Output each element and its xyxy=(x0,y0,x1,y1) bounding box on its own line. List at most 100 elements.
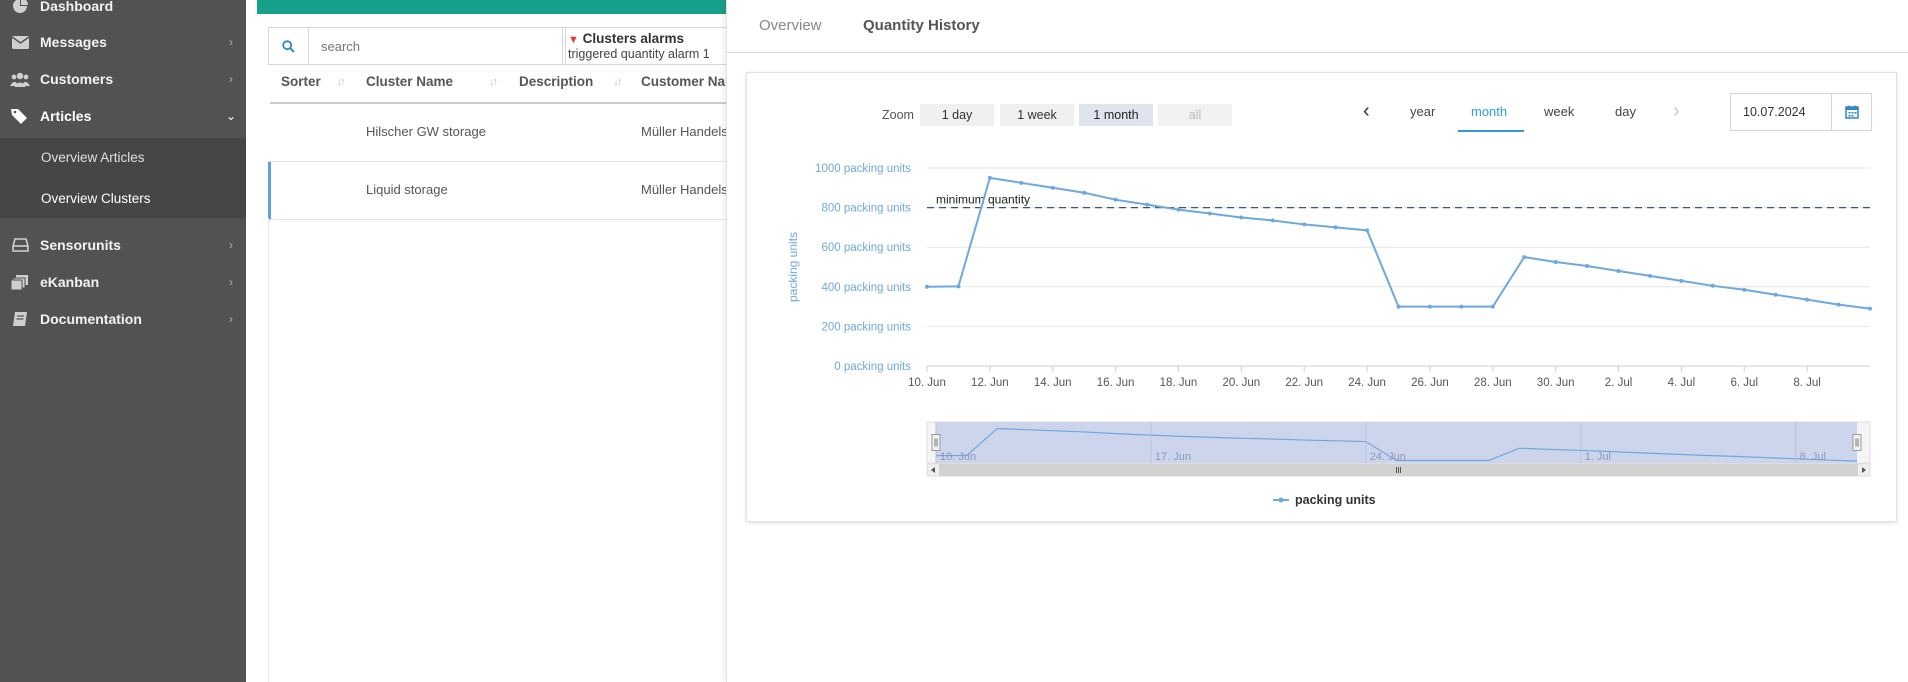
x-tick-label: 14. Jun xyxy=(1034,377,1072,389)
sidebar-subitem-overview-clusters[interactable]: Overview Clusters xyxy=(41,191,151,206)
data-point xyxy=(1145,202,1150,207)
legend-label: packing units xyxy=(1295,493,1376,507)
data-point xyxy=(1805,297,1810,302)
search-input[interactable] xyxy=(309,28,565,64)
data-point xyxy=(1868,306,1872,311)
navigator-handle xyxy=(1852,434,1862,451)
alarm-filter[interactable]: ▼ Clusters alarms triggered quantity ala… xyxy=(562,27,726,65)
column-header-description[interactable]: Description ↓↑ xyxy=(519,74,622,89)
data-point xyxy=(1616,268,1621,273)
tags-icon xyxy=(0,108,40,124)
sidebar-subitem-overview-articles[interactable]: Overview Articles xyxy=(41,150,145,165)
search-button[interactable] xyxy=(269,28,309,64)
chevron-down-icon: ⌄ xyxy=(225,109,237,123)
data-point xyxy=(1176,207,1181,212)
data-point xyxy=(1239,215,1244,220)
x-tick-label: 6. Jul xyxy=(1731,377,1759,389)
date-input[interactable] xyxy=(1731,94,1831,130)
sidebar-item-sensorunits[interactable]: Sensorunits › xyxy=(0,227,246,263)
x-tick-label: 28. Jun xyxy=(1474,377,1512,389)
data-point xyxy=(1050,185,1055,190)
data-point xyxy=(1710,283,1715,288)
y-tick-label: 600 packing units xyxy=(821,242,911,254)
sidebar-item-label: Articles xyxy=(40,108,92,124)
sidebar-submenu-articles: Overview Articles Overview Clusters xyxy=(0,138,246,218)
data-point xyxy=(1553,260,1558,265)
sidebar-item-dashboard[interactable]: Dashboard xyxy=(0,0,246,24)
y-tick-label: 800 packing units xyxy=(821,203,911,215)
column-header-label: Cluster Name xyxy=(366,74,454,89)
navigator-handle xyxy=(931,434,941,451)
navigator-label: 10. Jun xyxy=(940,451,976,463)
stack-icon xyxy=(0,274,40,290)
previous-period-arrow-icon[interactable]: ‹ xyxy=(1363,100,1370,123)
book-icon xyxy=(0,311,40,327)
data-point xyxy=(1302,222,1307,227)
sidebar-item-label: Messages xyxy=(40,34,107,50)
table-row[interactable]: Hilscher GW storage Müller Handels xyxy=(268,104,726,162)
y-tick-label: 400 packing units xyxy=(821,282,911,294)
sidebar-item-documentation[interactable]: Documentation › xyxy=(0,301,246,337)
x-tick-label: 2. Jul xyxy=(1605,377,1633,389)
navigator-label: 1. Jul xyxy=(1585,451,1611,463)
drive-icon xyxy=(0,238,40,252)
x-tick-label: 16. Jun xyxy=(1097,377,1135,389)
data-point xyxy=(987,175,992,180)
date-picker xyxy=(1730,93,1872,131)
chevron-right-icon: › xyxy=(229,35,233,49)
calendar-icon xyxy=(1844,105,1859,119)
period-week[interactable]: week xyxy=(1544,104,1574,119)
data-point xyxy=(1396,304,1401,309)
alarm-filter-title: ▼ Clusters alarms xyxy=(568,31,726,46)
data-point xyxy=(1427,304,1432,309)
zoom-label: Zoom xyxy=(882,108,914,122)
column-header-sorter[interactable]: Sorter ↓↑ xyxy=(281,74,346,89)
column-header-cluster-name[interactable]: Cluster Name ↓↑ xyxy=(366,74,498,89)
column-header-label: Customer Name xyxy=(641,74,726,89)
sidebar: Dashboard Messages › Customers › Article… xyxy=(0,0,246,682)
tab-quantity-history[interactable]: Quantity History xyxy=(863,17,980,34)
x-tick-label: 20. Jun xyxy=(1222,377,1260,389)
y-axis-label: packing units xyxy=(786,232,800,302)
data-point xyxy=(1365,228,1370,233)
data-point xyxy=(1490,304,1495,309)
chevron-right-icon: › xyxy=(229,312,233,326)
sidebar-item-messages[interactable]: Messages › xyxy=(0,24,246,60)
period-day[interactable]: day xyxy=(1615,104,1636,119)
table-row[interactable]: Liquid storage Müller Handels xyxy=(268,162,726,220)
x-tick-label: 22. Jun xyxy=(1285,377,1323,389)
column-header-label: Description xyxy=(519,74,594,89)
sidebar-item-label: Dashboard xyxy=(40,0,114,14)
sidebar-item-label: eKanban xyxy=(40,274,100,290)
data-point xyxy=(1836,302,1841,307)
filter-icon: ▼ xyxy=(568,34,579,46)
search-box xyxy=(268,27,566,65)
sidebar-item-customers[interactable]: Customers › xyxy=(0,61,246,97)
next-period-arrow-icon[interactable]: › xyxy=(1673,100,1680,123)
zoom-1-day-button[interactable]: 1 day xyxy=(920,104,994,126)
zoom-all-button[interactable]: all xyxy=(1158,104,1232,126)
period-year[interactable]: year xyxy=(1410,104,1435,119)
chevron-right-icon: › xyxy=(229,72,233,86)
sort-icon: ↓↑ xyxy=(336,75,346,88)
column-header-customer-name[interactable]: Customer Name xyxy=(641,74,726,89)
x-tick-label: 30. Jun xyxy=(1537,377,1575,389)
zoom-1-month-button[interactable]: 1 month xyxy=(1079,104,1153,126)
period-selected-indicator xyxy=(1458,130,1524,132)
legend-marker xyxy=(1278,497,1284,503)
sidebar-item-articles[interactable]: Articles ⌄ xyxy=(0,98,246,134)
series-line xyxy=(926,176,1871,310)
cluster-list-area: ▼ Clusters alarms triggered quantity ala… xyxy=(246,0,726,682)
x-tick-label: 24. Jun xyxy=(1348,377,1386,389)
sort-icon: ↓↑ xyxy=(489,75,498,88)
sidebar-item-ekanban[interactable]: eKanban › xyxy=(0,264,246,300)
data-point xyxy=(1082,190,1087,195)
data-point xyxy=(1522,255,1527,260)
period-month[interactable]: month xyxy=(1471,104,1507,119)
tab-overview[interactable]: Overview xyxy=(759,17,822,34)
cell-customer-name: Müller Handels xyxy=(641,124,726,139)
calendar-button[interactable] xyxy=(1831,94,1871,130)
zoom-1-week-button[interactable]: 1 week xyxy=(1000,104,1074,126)
alarm-filter-value: triggered quantity alarm 1 xyxy=(568,47,710,61)
cell-cluster-name: Liquid storage xyxy=(366,182,448,197)
